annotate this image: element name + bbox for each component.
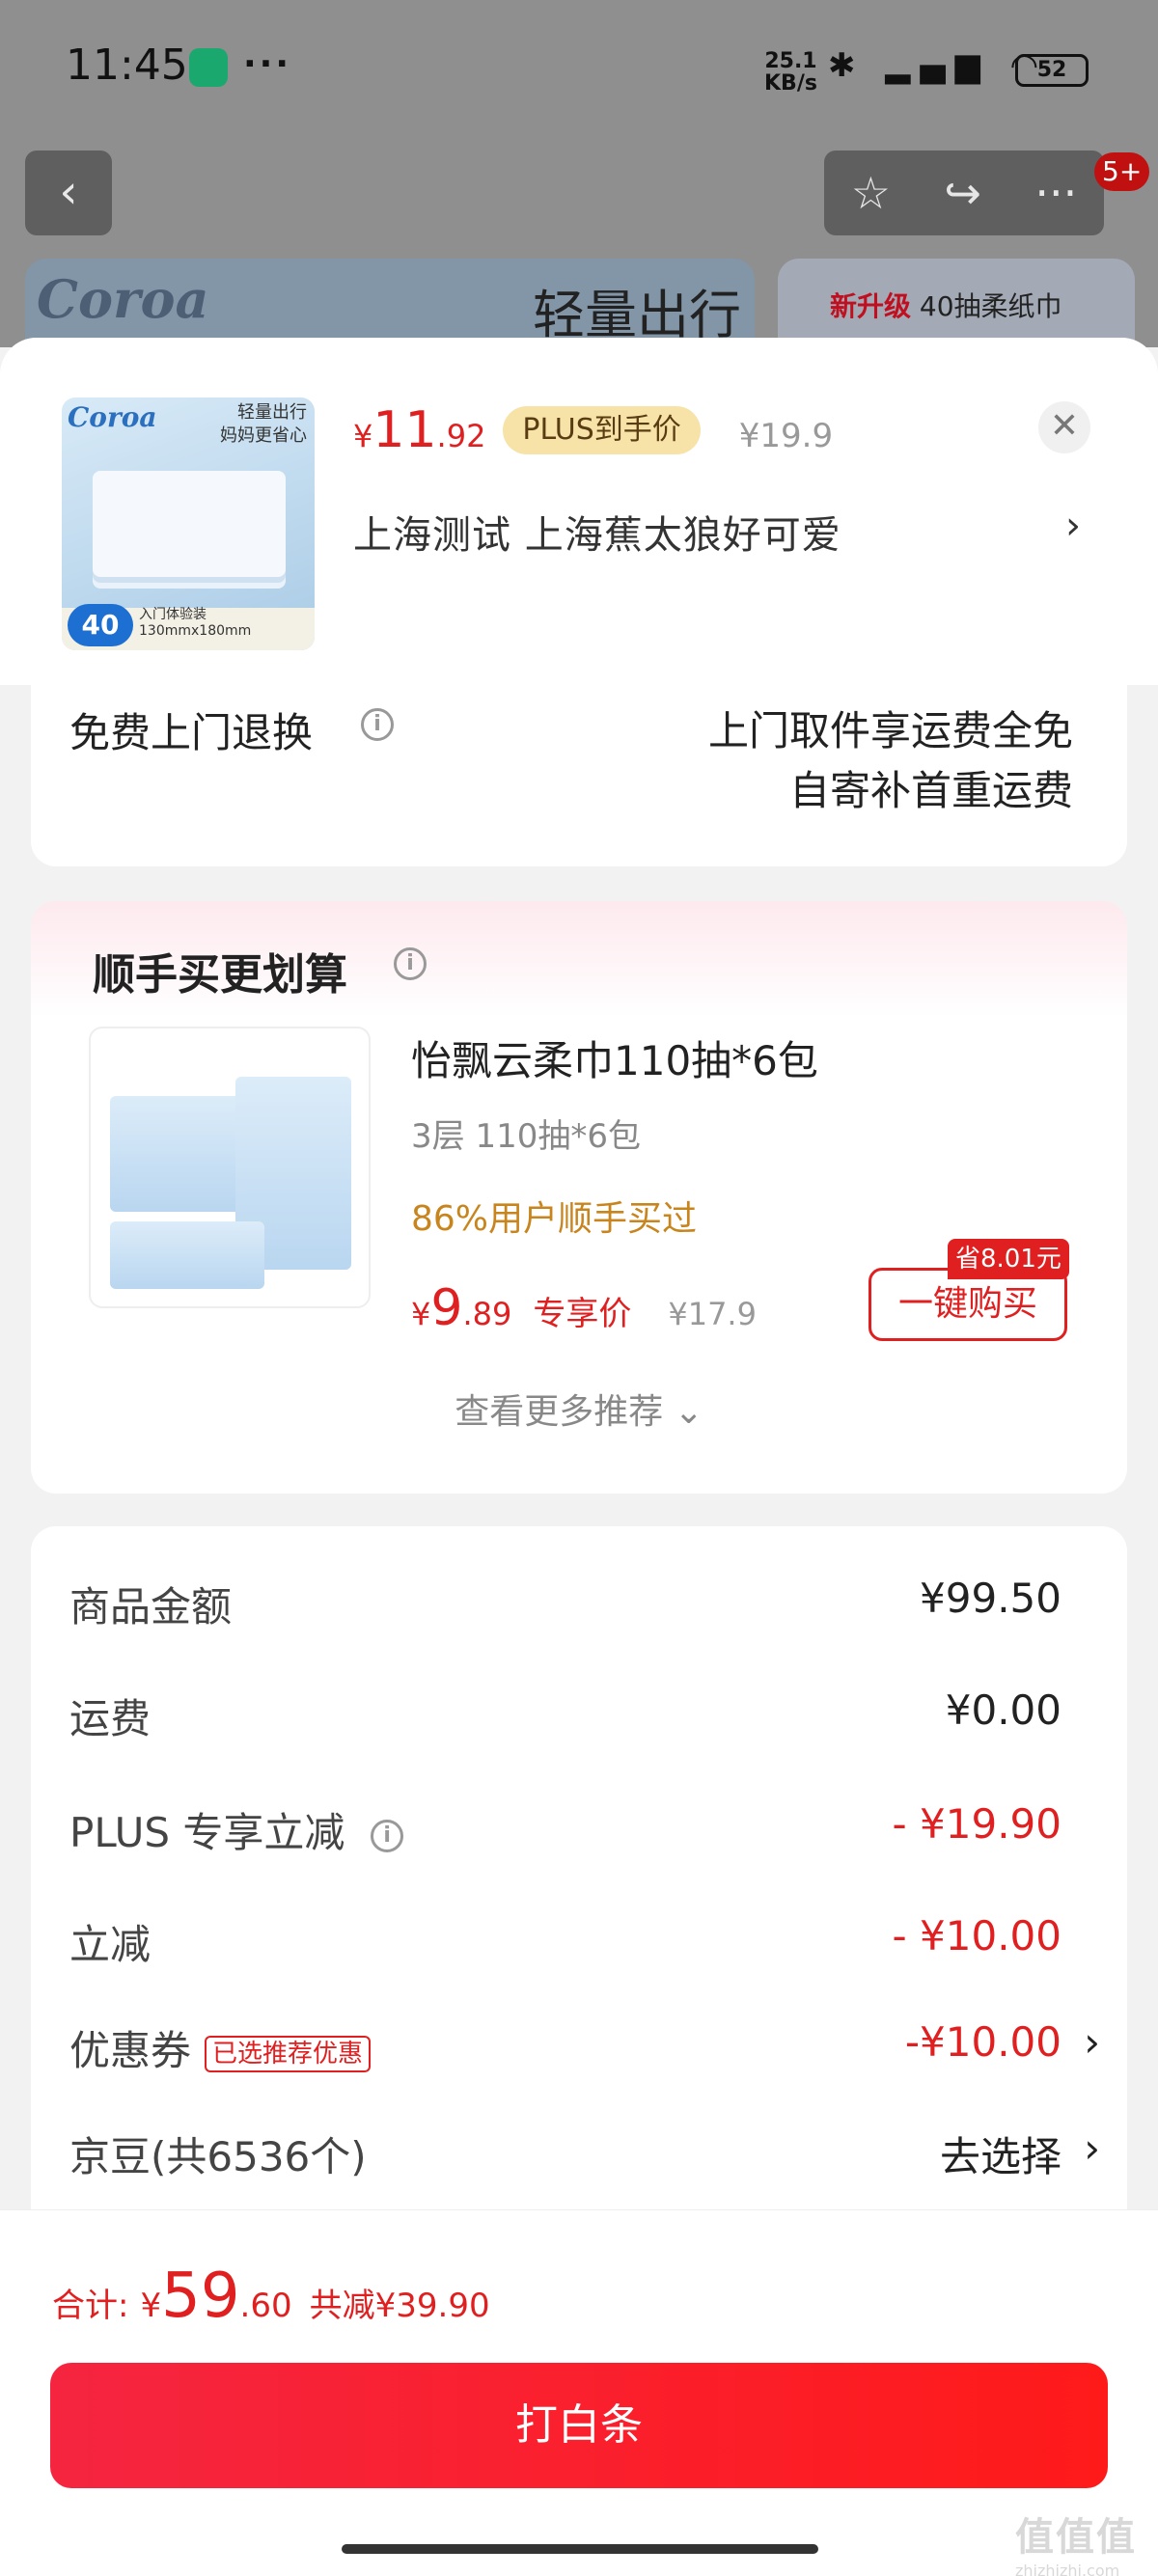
summary-label: 京豆(共6536个)	[69, 2133, 367, 2180]
price-integer: 11	[372, 401, 437, 459]
total-price: 合计: ¥ 59 .60 共减¥39.90	[52, 2261, 490, 2332]
price-currency: ¥	[353, 418, 373, 454]
summary-label: 立减	[69, 1921, 152, 1968]
summary-label: 运费	[69, 1695, 152, 1742]
summary-label: PLUS 专享立减 i	[69, 1800, 404, 1859]
thumb-count-badge: 40	[68, 604, 133, 646]
savings-badge: 省8.01元	[948, 1239, 1069, 1279]
total-decimal: .60	[239, 2287, 292, 2325]
pay-button[interactable]: 打白条	[50, 2363, 1108, 2488]
more-icon[interactable]: ···	[1034, 167, 1077, 219]
upsell-title: 顺手买更划算	[93, 950, 347, 1000]
background-page: ‹ ☆ ↪ ··· 5+ Coroa 轻量出行 新升级 40抽柔纸巾	[0, 135, 1158, 374]
checkout-footer: 合计: ¥ 59 .60 共减¥39.90 打白条 值值值 zhizhizhi.…	[0, 2209, 1158, 2576]
total-integer: 59	[161, 2261, 240, 2332]
brand-logo: Coroa	[37, 268, 209, 330]
summary-row-shipping: 运费 ¥0.00	[69, 1686, 1089, 1764]
chevron-right-icon[interactable]: ›	[1084, 2018, 1100, 2066]
coupon-recommended-tag: 已选推荐优惠	[205, 2035, 372, 2072]
original-price: ¥19.9	[738, 417, 834, 455]
summary-label: 优惠券 已选推荐优惠	[69, 2018, 372, 2077]
upsell-buyers-note: 86%用户顺手买过	[411, 1199, 698, 1239]
summary-value[interactable]: 去选择	[940, 2124, 1062, 2183]
network-speed: 25.1 KB/s	[764, 50, 817, 95]
thumb-tagline: 轻量出行 妈妈更省心	[220, 401, 307, 448]
home-indicator[interactable]	[342, 2544, 818, 2554]
watermark-url: zhizhizhi.com	[1015, 2562, 1120, 2576]
message-badge: 5+	[1094, 152, 1150, 191]
nav-actions: ☆ ↪ ···	[824, 151, 1104, 235]
thumb-tagline-2: 妈妈更省心	[220, 425, 307, 446]
upsell-price-row: ¥ 9 .89 专享价 ¥17.9	[411, 1279, 757, 1337]
thumb-pack-image	[93, 471, 286, 577]
return-service-card: 免费上门退换 i 上门取件享运费全免 自寄补首重运费	[31, 685, 1127, 866]
delivery-address[interactable]: 上海测试 上海蕉太狼好可爱	[353, 504, 841, 560]
share-icon[interactable]: ↪	[944, 167, 981, 219]
tissue-pack-image	[110, 1221, 264, 1289]
watermark-text: 值值值	[1015, 2515, 1137, 2560]
summary-label-text: 优惠券	[69, 2027, 192, 2074]
thumb-tagline-1: 轻量出行	[237, 402, 307, 423]
upsell-price-currency: ¥	[411, 1296, 431, 1332]
plus-price-badge: PLUS到手价	[503, 406, 701, 454]
banner-highlight: 新升级	[830, 290, 912, 322]
summary-value: ¥99.50	[920, 1575, 1062, 1622]
summary-value: -¥10.00	[904, 2018, 1062, 2066]
product-thumbnail: Coroa 轻量出行 妈妈更省心 40 入门体验装130mmx180mm	[62, 397, 315, 650]
summary-label: 商品金额	[69, 1583, 233, 1631]
return-service-line1: 上门取件享运费全免	[707, 707, 1073, 754]
chevron-right-icon[interactable]: ›	[1065, 504, 1081, 548]
network-speed-unit: KB/s	[764, 71, 817, 96]
summary-label-text: PLUS 专享立减	[69, 1809, 345, 1856]
battery-icon: 52	[1015, 54, 1089, 87]
exclusive-price-label: 专享价	[533, 1295, 632, 1333]
banner-text: 40抽柔纸巾	[911, 290, 1062, 322]
app-notification-icon	[189, 48, 228, 87]
total-label: 合计:	[52, 2287, 129, 2325]
upsell-product-name[interactable]: 怡飘云柔巾110抽*6包	[411, 1028, 818, 1087]
back-icon[interactable]: ‹	[25, 151, 112, 235]
summary-row-instant-discount: 立减 - ¥10.00	[69, 1912, 1089, 1989]
summary-row-coupon[interactable]: 优惠券 已选推荐优惠 -¥10.00 ›	[69, 2018, 1100, 2096]
status-more-icon: ···	[243, 44, 292, 84]
watermark: 值值值 zhizhizhi.com	[1015, 2506, 1137, 2576]
upsell-original-price: ¥17.9	[668, 1296, 757, 1332]
summary-row-goods: 商品金额 ¥99.50	[69, 1575, 1089, 1652]
more-recommendations-link[interactable]: 查看更多推荐 ⌄	[31, 1384, 1127, 1434]
chevron-right-icon[interactable]: ›	[1084, 2124, 1100, 2172]
favorite-icon[interactable]: ☆	[851, 167, 891, 219]
thumb-size-label: 入门体验装130mmx180mm	[139, 607, 252, 639]
return-service-line2: 自寄补首重运费	[788, 767, 1073, 814]
info-icon[interactable]: i	[361, 708, 394, 741]
return-service-label: 免费上门退换	[69, 709, 314, 756]
total-currency: ¥	[140, 2287, 162, 2325]
upsell-product-spec: 3层 110抽*6包	[411, 1117, 641, 1156]
status-time: 11:45	[66, 41, 188, 90]
summary-value: - ¥19.90	[892, 1800, 1062, 1848]
summary-row-plus-discount: PLUS 专享立减 i - ¥19.90	[69, 1800, 1089, 1877]
status-bar: 11:45 ··· 25.1 KB/s ✱ ▂▄▆ ◠ 52	[0, 0, 1158, 135]
summary-value: - ¥10.00	[892, 1912, 1062, 1959]
upsell-card: 顺手买更划算 i 怡飘云柔巾110抽*6包 3层 110抽*6包 86%用户顺手…	[31, 901, 1127, 1494]
thumb-brand-logo: Coroa	[68, 401, 157, 433]
upsell-price-decimal: .89	[462, 1296, 512, 1332]
close-icon[interactable]: ✕	[1038, 401, 1090, 453]
network-speed-value: 25.1	[764, 49, 817, 73]
price-decimal: .92	[436, 418, 486, 454]
upsell-price-integer: 9	[430, 1279, 463, 1337]
upsell-product-image[interactable]	[89, 1027, 371, 1308]
info-icon[interactable]: i	[371, 1819, 404, 1852]
total-reduction: 共减¥39.90	[309, 2287, 490, 2325]
summary-row-jingdou[interactable]: 京豆(共6536个) 去选择 ›	[69, 2124, 1100, 2202]
product-price-row: ¥ 11 .92 PLUS到手价 ¥19.9	[353, 401, 833, 462]
product-header: Coroa 轻量出行 妈妈更省心 40 入门体验装130mmx180mm ¥ 1…	[0, 338, 1158, 685]
summary-value: ¥0.00	[945, 1686, 1062, 1734]
info-icon[interactable]: i	[394, 947, 427, 980]
